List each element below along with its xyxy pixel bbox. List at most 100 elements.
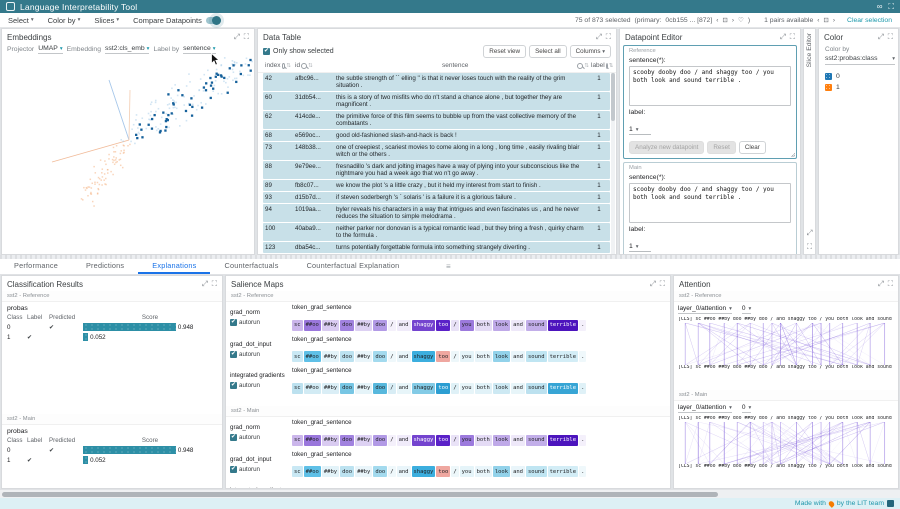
next-datapoint-icon[interactable]: › xyxy=(732,17,734,24)
saliency-token[interactable]: / xyxy=(388,383,395,394)
prev-datapoint-icon[interactable]: ‹ xyxy=(716,17,718,24)
saliency-token[interactable]: . xyxy=(579,320,586,331)
column-header-index[interactable]: index⇅ xyxy=(263,61,293,70)
pair-pin-icon[interactable]: ⊡ xyxy=(823,16,828,24)
saliency-token[interactable]: look xyxy=(493,383,510,394)
saliency-token[interactable]: look xyxy=(493,435,510,446)
saliency-token[interactable]: too xyxy=(436,320,450,331)
select-all-button[interactable]: Select all xyxy=(529,45,567,58)
saliency-token[interactable]: sc xyxy=(292,320,303,331)
sort-icon[interactable]: ⇅ xyxy=(609,63,614,69)
saliency-token[interactable]: doo xyxy=(373,435,387,446)
saliency-token[interactable]: sound xyxy=(526,466,547,477)
saliency-token[interactable]: terrible xyxy=(548,383,579,394)
saliency-token[interactable]: ##by xyxy=(322,320,339,331)
saliency-token[interactable]: terrible xyxy=(548,435,579,446)
saliency-token[interactable]: . xyxy=(579,351,586,362)
clear-button[interactable]: Clear xyxy=(739,141,766,154)
saliency-token[interactable]: / xyxy=(451,351,458,362)
table-row[interactable]: 62414cde...the primitive force of this f… xyxy=(263,111,610,129)
color-by-menu[interactable]: Color by▾ xyxy=(48,16,81,25)
saliency-token[interactable]: look xyxy=(493,351,510,362)
table-row[interactable]: 10040aba9...neither parker nor donovan i… xyxy=(263,223,610,241)
docs-icon[interactable]: ⛶ xyxy=(888,3,894,11)
pin-datapoint-icon[interactable]: ⊡ xyxy=(722,16,727,24)
checkbox-checked-icon[interactable]: ✔ xyxy=(263,48,270,55)
saliency-token[interactable]: shaggy xyxy=(412,435,436,446)
classification-row[interactable]: 0✔0.948 xyxy=(7,446,217,454)
projector-select[interactable]: UMAP▾ xyxy=(38,45,62,54)
saliency-token[interactable]: ##by xyxy=(355,435,372,446)
saliency-token[interactable]: ##oo xyxy=(304,435,321,446)
maximize-icon[interactable]: ⛶ xyxy=(244,33,249,41)
scrollbar-thumb[interactable] xyxy=(2,492,718,497)
embeddings-scatter-plot[interactable] xyxy=(2,56,254,254)
table-row[interactable]: 42afbc96...the subtle strength of `` ell… xyxy=(263,73,610,91)
saliency-token[interactable]: doo xyxy=(373,351,387,362)
saliency-token[interactable]: and xyxy=(511,466,525,477)
tab-predictions[interactable]: Predictions xyxy=(72,259,138,274)
slice-editor-collapsed-panel[interactable]: Slice Editor ⤢ ⛶ xyxy=(803,28,816,255)
saliency-token[interactable]: ##by xyxy=(355,320,372,331)
saliency-token[interactable]: / xyxy=(451,466,458,477)
saliency-token[interactable]: sound xyxy=(526,320,547,331)
compare-datapoints-toggle[interactable] xyxy=(206,17,221,24)
saliency-token[interactable]: look xyxy=(493,466,510,477)
sentence-textarea[interactable]: scooby dooby doo / and shaggy too / you … xyxy=(629,183,791,223)
saliency-token[interactable]: ##by xyxy=(322,351,339,362)
expand-icon[interactable]: ⤢ xyxy=(202,280,208,288)
saliency-token[interactable]: / xyxy=(451,435,458,446)
saliency-token[interactable]: and xyxy=(511,351,525,362)
saliency-token[interactable]: shaggy xyxy=(412,383,436,394)
reset-button[interactable]: Reset xyxy=(707,141,735,154)
saliency-token[interactable]: too xyxy=(436,466,450,477)
saliency-token[interactable]: and xyxy=(397,351,411,362)
saliency-token[interactable]: doo xyxy=(340,320,354,331)
saliency-token[interactable]: doo xyxy=(340,466,354,477)
saliency-token[interactable]: doo xyxy=(373,383,387,394)
saliency-token[interactable]: ##oo xyxy=(304,383,321,394)
search-icon[interactable] xyxy=(577,63,583,69)
saliency-token[interactable]: and xyxy=(397,435,411,446)
resize-grip-icon[interactable] xyxy=(790,152,795,157)
autorun-option[interactable]: ✔autorun xyxy=(230,351,292,358)
analyze-new-datapoint-button[interactable]: Analyze new datapoint xyxy=(629,141,704,154)
saliency-token[interactable]: ##oo xyxy=(304,466,321,477)
saliency-token[interactable]: shaggy xyxy=(412,351,436,362)
saliency-token[interactable]: too xyxy=(436,351,450,362)
saliency-token[interactable]: terrible xyxy=(548,320,579,331)
autorun-checkbox[interactable]: ✔ xyxy=(230,382,237,389)
saliency-token[interactable]: and xyxy=(397,383,411,394)
expand-icon[interactable]: ⤢ xyxy=(596,33,602,41)
tab-counterfactuals[interactable]: Counterfactuals xyxy=(210,259,292,274)
maximize-icon[interactable]: ⛶ xyxy=(888,33,893,41)
saliency-token[interactable]: sc xyxy=(292,383,303,394)
attention-layer-select[interactable]: layer_0/attention▾ xyxy=(678,404,732,413)
tab-counterfactual-explanation[interactable]: Counterfactual Explanation xyxy=(293,259,414,274)
classification-row[interactable]: 1✔0.052 xyxy=(7,333,217,341)
sort-icon[interactable]: ⇅ xyxy=(286,63,291,69)
search-icon[interactable] xyxy=(301,63,307,69)
maximize-icon[interactable]: ⛶ xyxy=(660,280,665,288)
saliency-token[interactable]: doo xyxy=(373,320,387,331)
saliency-token[interactable]: ##by xyxy=(355,351,372,362)
saliency-token[interactable]: / xyxy=(388,435,395,446)
saliency-token[interactable]: sound xyxy=(526,435,547,446)
saliency-token[interactable]: you xyxy=(460,466,474,477)
saliency-token[interactable]: look xyxy=(493,320,510,331)
autorun-option[interactable]: ✔autorun xyxy=(230,466,292,473)
autorun-option[interactable]: ✔autorun xyxy=(230,382,292,389)
autorun-checkbox[interactable]: ✔ xyxy=(230,319,237,326)
saliency-token[interactable]: . xyxy=(579,435,586,446)
saliency-token[interactable]: both xyxy=(475,351,492,362)
expand-icon[interactable]: ⤢ xyxy=(780,33,786,41)
select-menu[interactable]: Select▾ xyxy=(8,16,34,25)
saliency-token[interactable]: sc xyxy=(292,435,303,446)
table-row[interactable]: 89fb8c07...we know the plot 's a little … xyxy=(263,180,610,191)
saliency-token[interactable]: sc xyxy=(292,466,303,477)
saliency-token[interactable]: . xyxy=(579,383,586,394)
saliency-token[interactable]: you xyxy=(460,320,474,331)
tab-performance[interactable]: Performance xyxy=(0,259,72,274)
horizontal-scrollbar[interactable] xyxy=(0,489,900,498)
saliency-token[interactable]: ##by xyxy=(355,466,372,477)
